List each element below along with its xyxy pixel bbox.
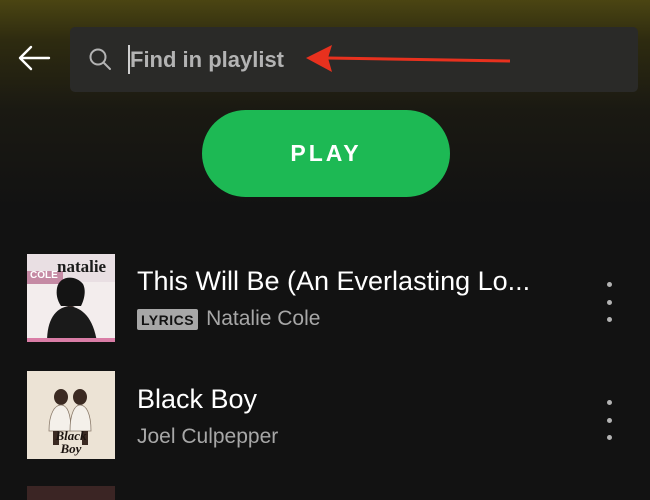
back-button[interactable] — [14, 38, 54, 78]
track-subtitle: Joel Culpepper — [137, 425, 278, 449]
track-subtitle: LYRICS Natalie Cole — [137, 307, 320, 331]
album-art: natalie COLE — [27, 254, 115, 342]
annotation-arrow-icon — [306, 45, 510, 72]
track-row[interactable]: Black Boy Black Boy Joel Culpepper — [0, 370, 650, 470]
album-art-title-text: natalie — [57, 257, 107, 276]
lyrics-badge: LYRICS — [137, 308, 199, 330]
track-artist: Natalie Cole — [206, 307, 321, 330]
album-art-title-text: Black Boy — [55, 428, 87, 456]
track-title: Black Boy — [137, 384, 258, 414]
track-title: This Will Be (An Everlasting Lo... — [137, 266, 531, 296]
album-art-subtitle-text: COLE — [30, 270, 58, 281]
play-button[interactable]: PLAY — [202, 110, 450, 197]
album-art: Black Boy — [27, 371, 115, 459]
album-art-partial — [27, 486, 115, 500]
arrow-left-icon — [18, 45, 51, 71]
more-options-button[interactable] — [596, 400, 622, 440]
search-icon — [89, 48, 111, 70]
more-options-button[interactable] — [596, 282, 622, 322]
track-row[interactable]: natalie COLE This Will Be (An Everlastin… — [0, 252, 650, 352]
track-artist: Joel Culpepper — [137, 425, 279, 448]
playlist-screen: PLAY natalie COLE This Will Be (An Everl… — [0, 0, 650, 500]
more-vertical-icon — [606, 282, 612, 287]
more-vertical-icon — [606, 400, 612, 405]
